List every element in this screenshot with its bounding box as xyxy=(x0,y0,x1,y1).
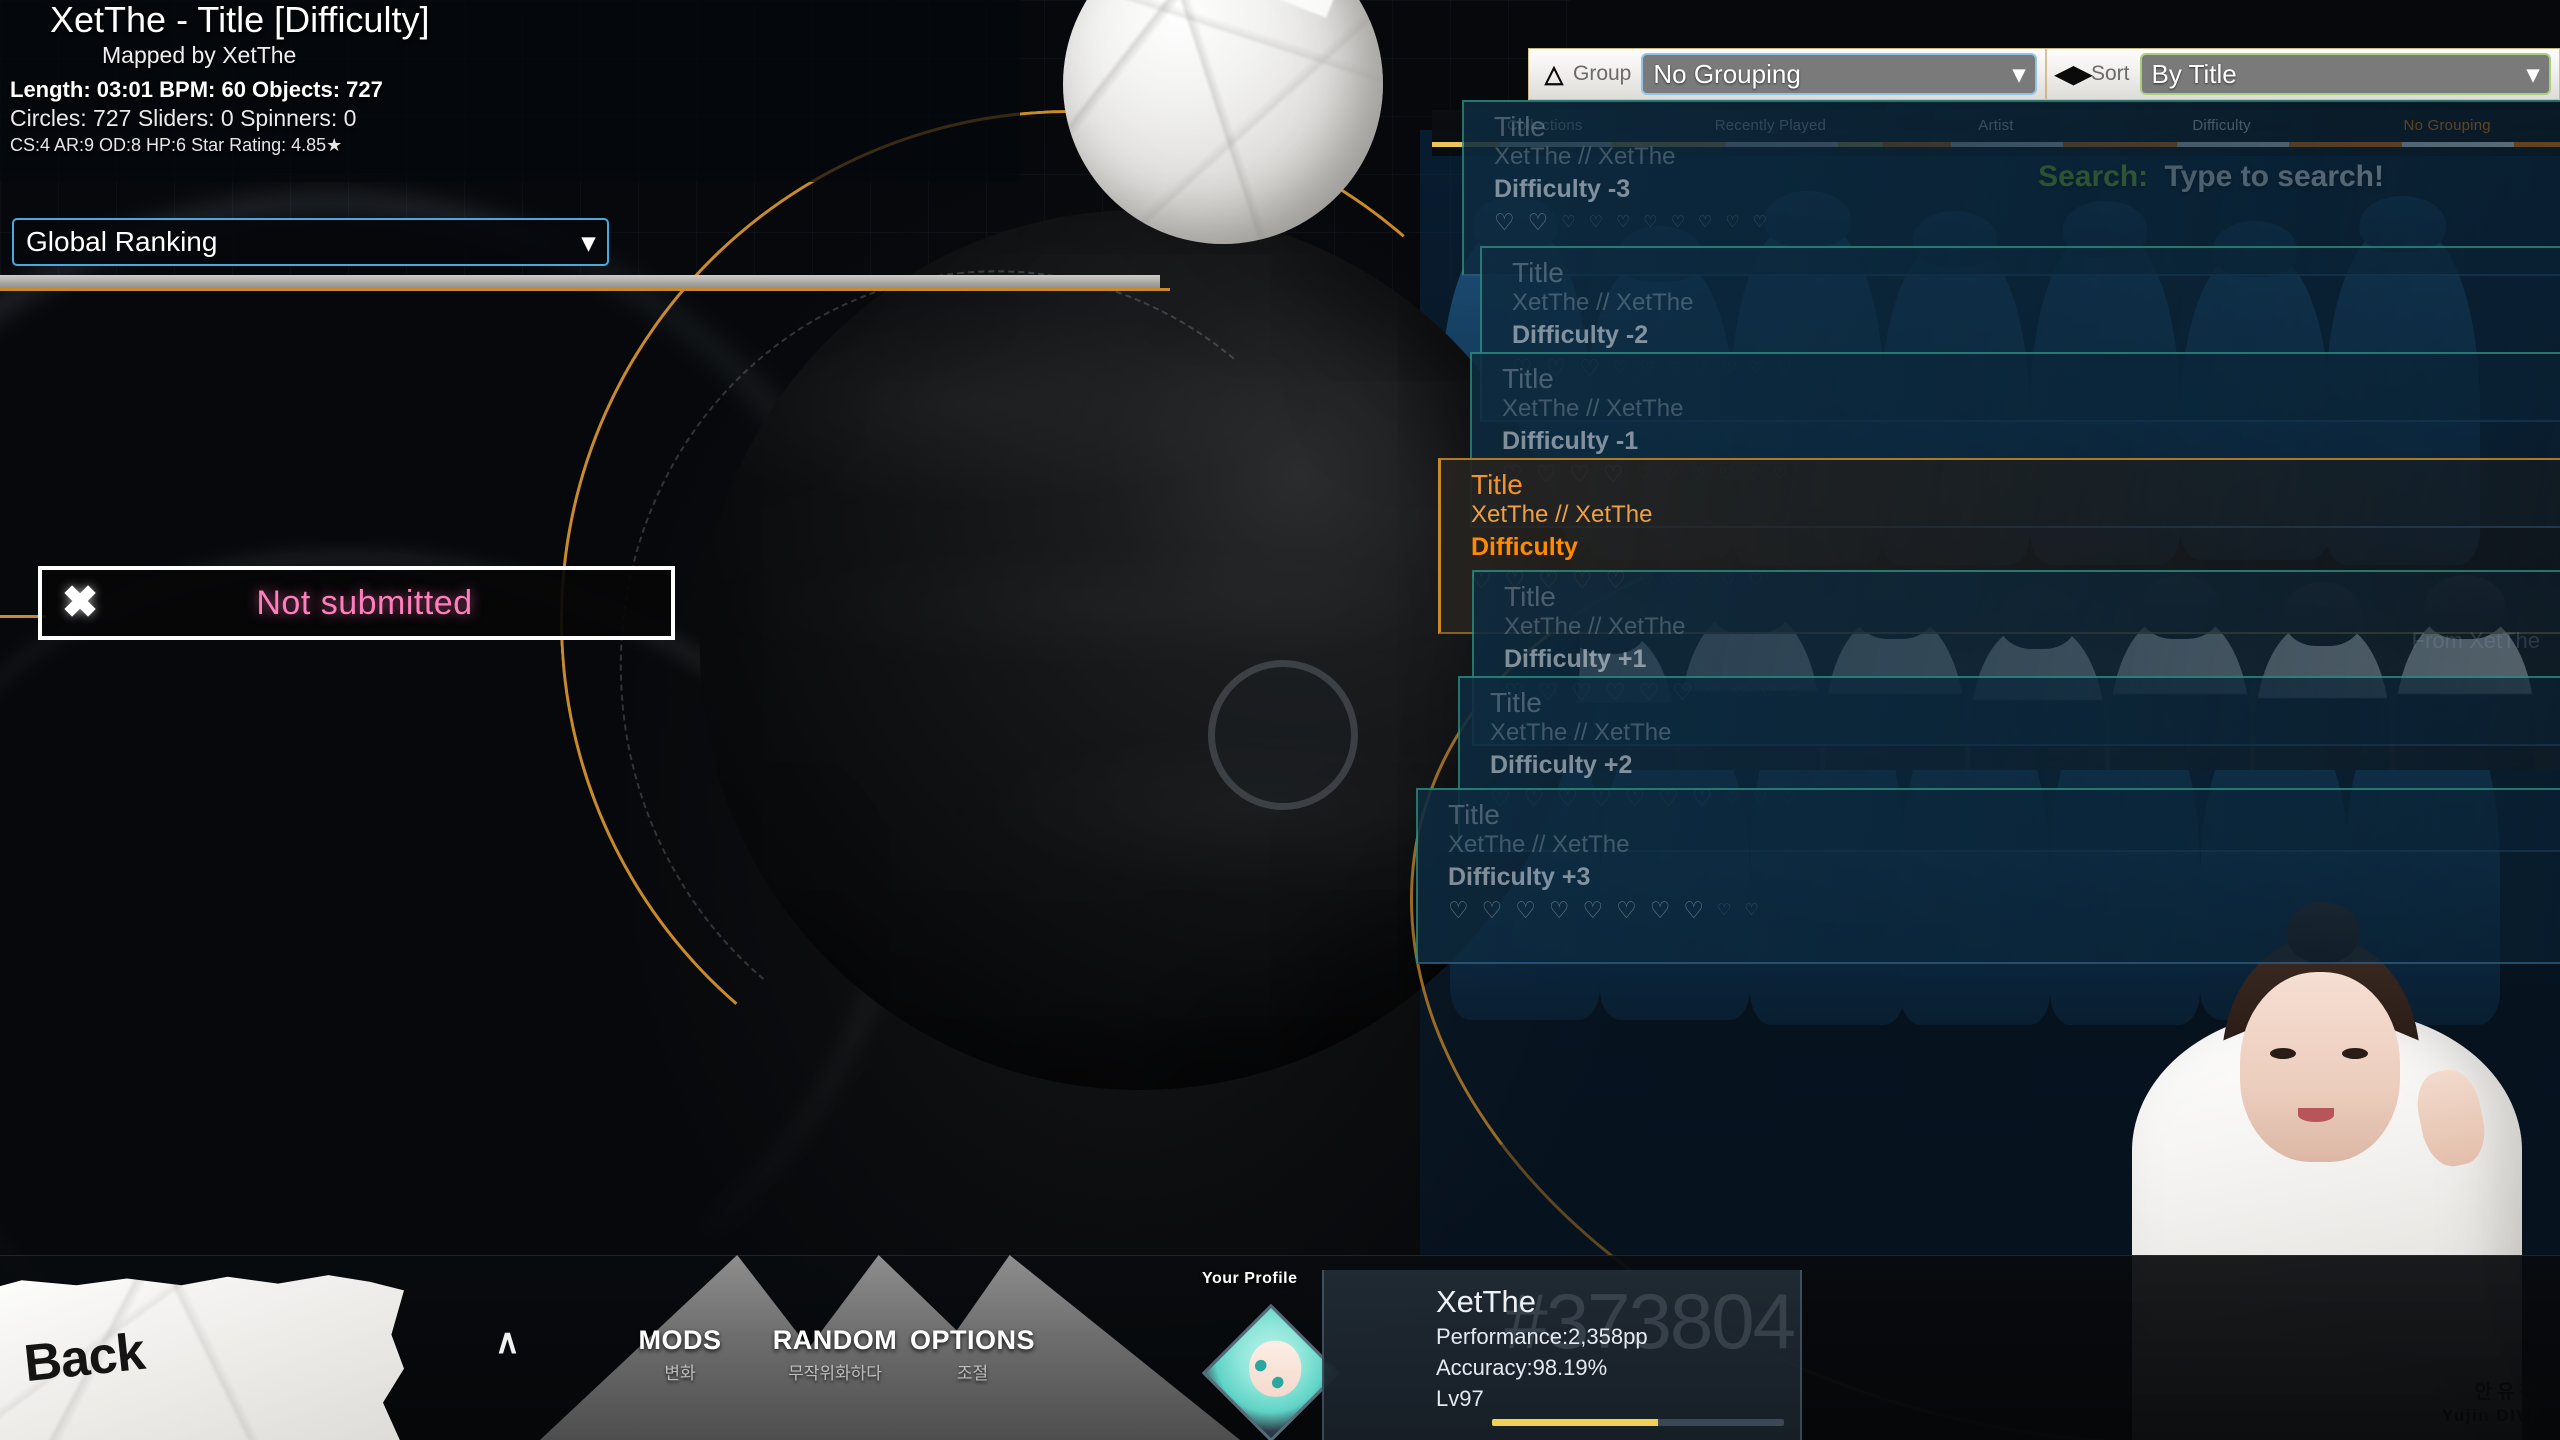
options-label-kr: 조절 xyxy=(956,1364,989,1383)
background-marble-sphere xyxy=(1063,0,1383,244)
beatmap-row-difficulty: Difficulty -1 xyxy=(1502,426,1639,455)
heart-filled-icon: ♡ xyxy=(1548,897,1570,924)
beatmap-mapper: Mapped by XetThe xyxy=(102,42,297,68)
beatmap-row-difficulty: Difficulty +1 xyxy=(1504,644,1647,673)
heart-filled-icon: ♡ xyxy=(1649,897,1671,924)
beatmap-row-difficulty: Difficulty +3 xyxy=(1448,862,1591,891)
group-label: Group xyxy=(1573,62,1632,85)
profile-panel[interactable]: #373804 XetThe Performance:2,358pp Accur… xyxy=(1322,1270,1802,1440)
beatmap-row-artist: XetThe // XetThe xyxy=(1502,395,1684,423)
ranking-type-dropdown[interactable]: Global Ranking ▾ xyxy=(12,218,609,266)
options-label-en: OPTIONS xyxy=(909,1325,1035,1355)
level-progress-fill xyxy=(1492,1419,1659,1426)
heart-filled-icon: ♡ xyxy=(1494,209,1515,236)
chevron-down-icon: ▾ xyxy=(581,226,595,257)
back-button-label: Back xyxy=(21,1322,148,1394)
heart-filled-icon: ♡ xyxy=(1448,897,1469,924)
beatmap-row-artist: XetThe // XetThe xyxy=(1512,289,1694,317)
chevron-down-icon: ▾ xyxy=(2526,60,2539,88)
mods-button-label: MODS 변화 xyxy=(600,1325,760,1384)
beatmap-row-title: Title xyxy=(1448,799,1500,830)
leaderboard-status-panel: ✖ Not submitted xyxy=(38,566,675,640)
avatar[interactable] xyxy=(1201,1303,1341,1440)
beatmap-row-difficulty: Difficulty +2 xyxy=(1490,750,1633,779)
sort-control[interactable]: ◀▶ Sort By Title ▾ xyxy=(2046,48,2560,100)
beatmap-list[interactable]: Title XetThe // XetThe Difficulty -3 ♡ ♡ ♡ ♡ ♡ ♡… xyxy=(1416,100,2560,1290)
heart-empty-icon: ♡ xyxy=(1588,213,1603,231)
beatmap-row-from-text: From XetThe xyxy=(2411,628,2540,653)
osu-song-select-screen: 안유진 Yujin DIVE XetThe - Title [Difficult… xyxy=(0,0,2560,1440)
beatmap-row-title: Title xyxy=(1512,257,1564,288)
beatmap-row-title: Title xyxy=(1471,469,1523,500)
mods-label-en: MODS xyxy=(638,1325,722,1355)
group-sort-bar: △ Group No Grouping ▾ ◀▶ Sort By Title ▾ xyxy=(1528,48,2560,100)
beatmap-length-bpm-objects: Length: 03:01 BPM: 60 Objects: 727 xyxy=(10,77,383,102)
global-rank-value: #373804 xyxy=(1504,1277,1796,1365)
heart-empty-icon: ♡ xyxy=(1744,901,1759,919)
beatmap-row-artist: XetThe // XetThe xyxy=(1448,831,1630,859)
sort-dropdown[interactable]: By Title ▾ xyxy=(2139,53,2551,95)
beatmap-row-artist: XetThe // XetThe xyxy=(1494,143,1676,171)
decorative-orange-line xyxy=(0,288,1170,291)
beatmap-object-counts: Circles: 727 Sliders: 0 Spinners: 0 xyxy=(10,105,357,131)
heart-empty-icon: ♡ xyxy=(1752,213,1767,231)
beatmap-info-panel: XetThe - Title [Difficulty] Mapped by Xe… xyxy=(0,0,1020,182)
beatmap-row-difficulty: Difficulty -3 xyxy=(1494,174,1631,203)
heart-filled-icon: ♡ xyxy=(1683,897,1704,924)
beatmap-row-star-rating-hearts: ♡ ♡ ♡ ♡ ♡ ♡ ♡ ♡ ♡ ♡ xyxy=(1494,210,2560,236)
heart-filled-icon: ♡ xyxy=(1616,897,1637,924)
decorative-silver-strip xyxy=(0,275,1160,289)
beatmap-row-title: Title xyxy=(1502,363,1554,394)
heart-filled-icon: ♡ xyxy=(1481,897,1503,924)
sort-dropdown-value: By Title xyxy=(2151,58,2237,89)
background-hitcircle xyxy=(1208,660,1358,810)
heart-filled-icon: ♡ xyxy=(1527,209,1549,236)
beatmap-difficulty-attributes: CS:4 AR:9 OD:8 HP:6 Star Rating: 4.85★ xyxy=(10,135,343,155)
beatmap-row[interactable]: Title XetThe // XetThe Difficulty +3 ♡ ♡ ♡ ♡ ♡ ♡… xyxy=(1416,788,2560,964)
heart-empty-icon: ♡ xyxy=(1643,213,1658,231)
leaderboard-status-text: Not submitted xyxy=(256,583,473,622)
heart-filled-icon: ♡ xyxy=(1515,897,1536,924)
heart-empty-icon: ♡ xyxy=(1561,213,1576,231)
ranking-type-value: Global Ranking xyxy=(26,226,218,257)
profile-performance: Performance:2,358pp xyxy=(1436,1324,1648,1349)
beatmap-row-title: Title xyxy=(1494,111,1546,142)
collapse-chevron-icon[interactable]: ∧ xyxy=(495,1322,520,1362)
profile-username: XetThe xyxy=(1436,1284,1536,1319)
level-progress-bar xyxy=(1492,1419,1784,1426)
bottom-toolbar: Back ∧ MODS 변화 RANDOM 무작위화하다 OPTIONS 조절 … xyxy=(0,1255,2560,1440)
your-profile-heading: Your Profile xyxy=(1202,1270,1298,1287)
beatmap-row-artist: XetThe // XetThe xyxy=(1471,501,1653,529)
beatmap-row-difficulty: Difficulty xyxy=(1471,532,1578,561)
heart-empty-icon: ♡ xyxy=(1697,213,1713,231)
heart-empty-icon: ♡ xyxy=(1670,213,1685,231)
sort-label: Sort xyxy=(2091,62,2130,85)
beatmap-row-artist: XetThe // XetThe xyxy=(1504,613,1686,641)
beatmap-row-title: Title xyxy=(1504,581,1556,612)
heart-empty-icon: ♡ xyxy=(1725,213,1740,231)
group-control[interactable]: △ Group No Grouping ▾ xyxy=(1528,48,2046,100)
options-button-label: OPTIONS 조절 xyxy=(885,1325,1060,1384)
heart-empty-icon: ♡ xyxy=(1615,213,1631,231)
heart-empty-icon: ♡ xyxy=(1717,901,1732,919)
beatmap-row-artist: XetThe // XetThe xyxy=(1490,719,1672,747)
group-dropdown-value: No Grouping xyxy=(1653,58,1801,89)
beatmap-row-difficulty: Difficulty -2 xyxy=(1512,320,1649,349)
beatmap-row-star-rating-hearts: ♡ ♡ ♡ ♡ ♡ ♡ ♡ ♡ ♡ ♡ xyxy=(1448,898,2560,924)
beatmap-title: XetThe - Title [Difficulty] xyxy=(50,0,430,40)
profile-level: Lv97 xyxy=(1436,1386,1484,1411)
close-icon: ✖ xyxy=(61,578,99,627)
profile-accuracy: Accuracy:98.19% xyxy=(1436,1355,1608,1380)
sort-arrows-icon: ◀▶ xyxy=(2055,60,2092,88)
mods-label-kr: 변화 xyxy=(664,1364,696,1383)
triangle-icon: △ xyxy=(1544,60,1564,88)
chevron-down-icon: ▾ xyxy=(2012,60,2025,88)
heart-filled-icon: ♡ xyxy=(1582,897,1604,924)
beatmap-row-title: Title xyxy=(1490,687,1542,718)
group-dropdown[interactable]: No Grouping ▾ xyxy=(1641,53,2037,95)
